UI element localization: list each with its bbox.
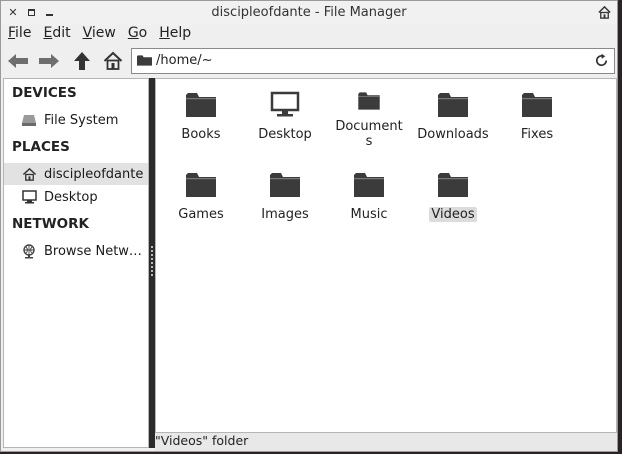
file-manager-window: ✕ discipleofdante - File Manager File Ed…	[0, 0, 618, 452]
file-label: Desktop	[258, 127, 312, 142]
menu-mnemonic: E	[43, 25, 53, 41]
sidebar-item-desktop[interactable]: Desktop	[4, 186, 148, 208]
file-item-images[interactable]: Images	[243, 159, 327, 229]
status-bar: "Videos" folder	[155, 433, 617, 451]
sidebar-item-home[interactable]: discipleofdante	[4, 163, 148, 185]
menu-mnemonic: V	[82, 25, 92, 41]
file-label: Documents	[335, 119, 403, 149]
menu-label: elp	[169, 25, 192, 41]
folder-icon	[358, 92, 380, 110]
menu-edit[interactable]: Edit	[43, 25, 70, 45]
file-item-videos[interactable]: Videos	[411, 159, 495, 229]
forward-arrow-icon	[39, 54, 59, 68]
menu-bar: File Edit View Go Help	[1, 25, 617, 45]
address-text: /home/~	[156, 53, 213, 68]
menu-go[interactable]: Go	[128, 25, 147, 45]
address-bar[interactable]: /home/~	[131, 48, 615, 74]
up-button[interactable]	[70, 49, 94, 73]
splitter-grip[interactable]	[151, 246, 153, 278]
section-heading-network: NETWORK	[12, 216, 89, 232]
folder-icon	[438, 173, 468, 197]
reload-icon[interactable]	[594, 53, 609, 68]
home-icon	[103, 51, 123, 70]
network-icon	[21, 243, 37, 259]
sidebar-item-browse-network[interactable]: Browse Netw…	[4, 240, 148, 262]
file-view[interactable]: Books Desktop Documents Downloads Fixes …	[155, 78, 617, 433]
file-label: Images	[261, 207, 309, 222]
menu-view[interactable]: View	[83, 25, 116, 45]
back-arrow-icon	[8, 54, 28, 68]
home-button[interactable]	[101, 49, 125, 73]
folder-icon	[354, 173, 384, 197]
file-label: Books	[181, 127, 221, 142]
file-item-downloads[interactable]: Downloads	[411, 79, 495, 149]
title-bar: ✕ discipleofdante - File Manager	[1, 1, 617, 25]
folder-icon	[137, 55, 152, 66]
home-icon	[598, 5, 611, 19]
up-arrow-icon	[74, 52, 90, 70]
folder-icon	[270, 173, 300, 197]
sidebar-item-label: Desktop	[44, 189, 98, 205]
file-item-fixes[interactable]: Fixes	[495, 79, 579, 149]
menu-help[interactable]: Help	[159, 25, 191, 45]
sidebar-item-file-system[interactable]: File System	[4, 109, 148, 131]
menu-mnemonic: H	[159, 25, 170, 41]
file-label: Videos	[429, 207, 477, 222]
sidebar-item-label: discipleofdante	[44, 166, 144, 182]
menu-mnemonic: G	[127, 25, 139, 41]
menu-mnemonic: F	[8, 25, 16, 41]
window-title: discipleofdante - File Manager	[211, 5, 407, 20]
file-label: Games	[178, 207, 224, 222]
folder-icon	[186, 93, 216, 117]
file-item-books[interactable]: Books	[159, 79, 243, 149]
menu-file[interactable]: File	[8, 25, 31, 45]
menu-label: o	[138, 25, 148, 41]
desktop-icon	[21, 189, 37, 205]
toolbar: /home/~	[1, 45, 617, 77]
sidebar-item-label: File System	[44, 112, 119, 128]
file-label: Fixes	[520, 127, 554, 142]
file-item-music[interactable]: Music	[327, 159, 411, 229]
section-heading-places: PLACES	[12, 139, 70, 155]
desktop-icon	[270, 91, 300, 117]
menu-label: ile	[15, 25, 32, 41]
forward-button[interactable]	[37, 49, 61, 73]
menu-label: iew	[91, 25, 116, 41]
file-item-desktop[interactable]: Desktop	[243, 79, 327, 149]
drive-icon	[21, 112, 37, 128]
file-label: Music	[350, 207, 388, 222]
home-icon	[21, 166, 37, 182]
folder-icon	[522, 93, 552, 117]
sidebar: DEVICES File System PLACES discipleofdan…	[3, 78, 149, 448]
folder-icon	[186, 173, 216, 197]
menu-label: dit	[52, 25, 71, 41]
file-item-documents[interactable]: Documents	[327, 79, 411, 149]
file-label: Downloads	[417, 127, 489, 142]
sidebar-item-label: Browse Netw…	[44, 243, 142, 259]
section-heading-devices: DEVICES	[12, 85, 77, 101]
folder-icon	[438, 93, 468, 117]
file-item-games[interactable]: Games	[159, 159, 243, 229]
back-button[interactable]	[6, 49, 30, 73]
